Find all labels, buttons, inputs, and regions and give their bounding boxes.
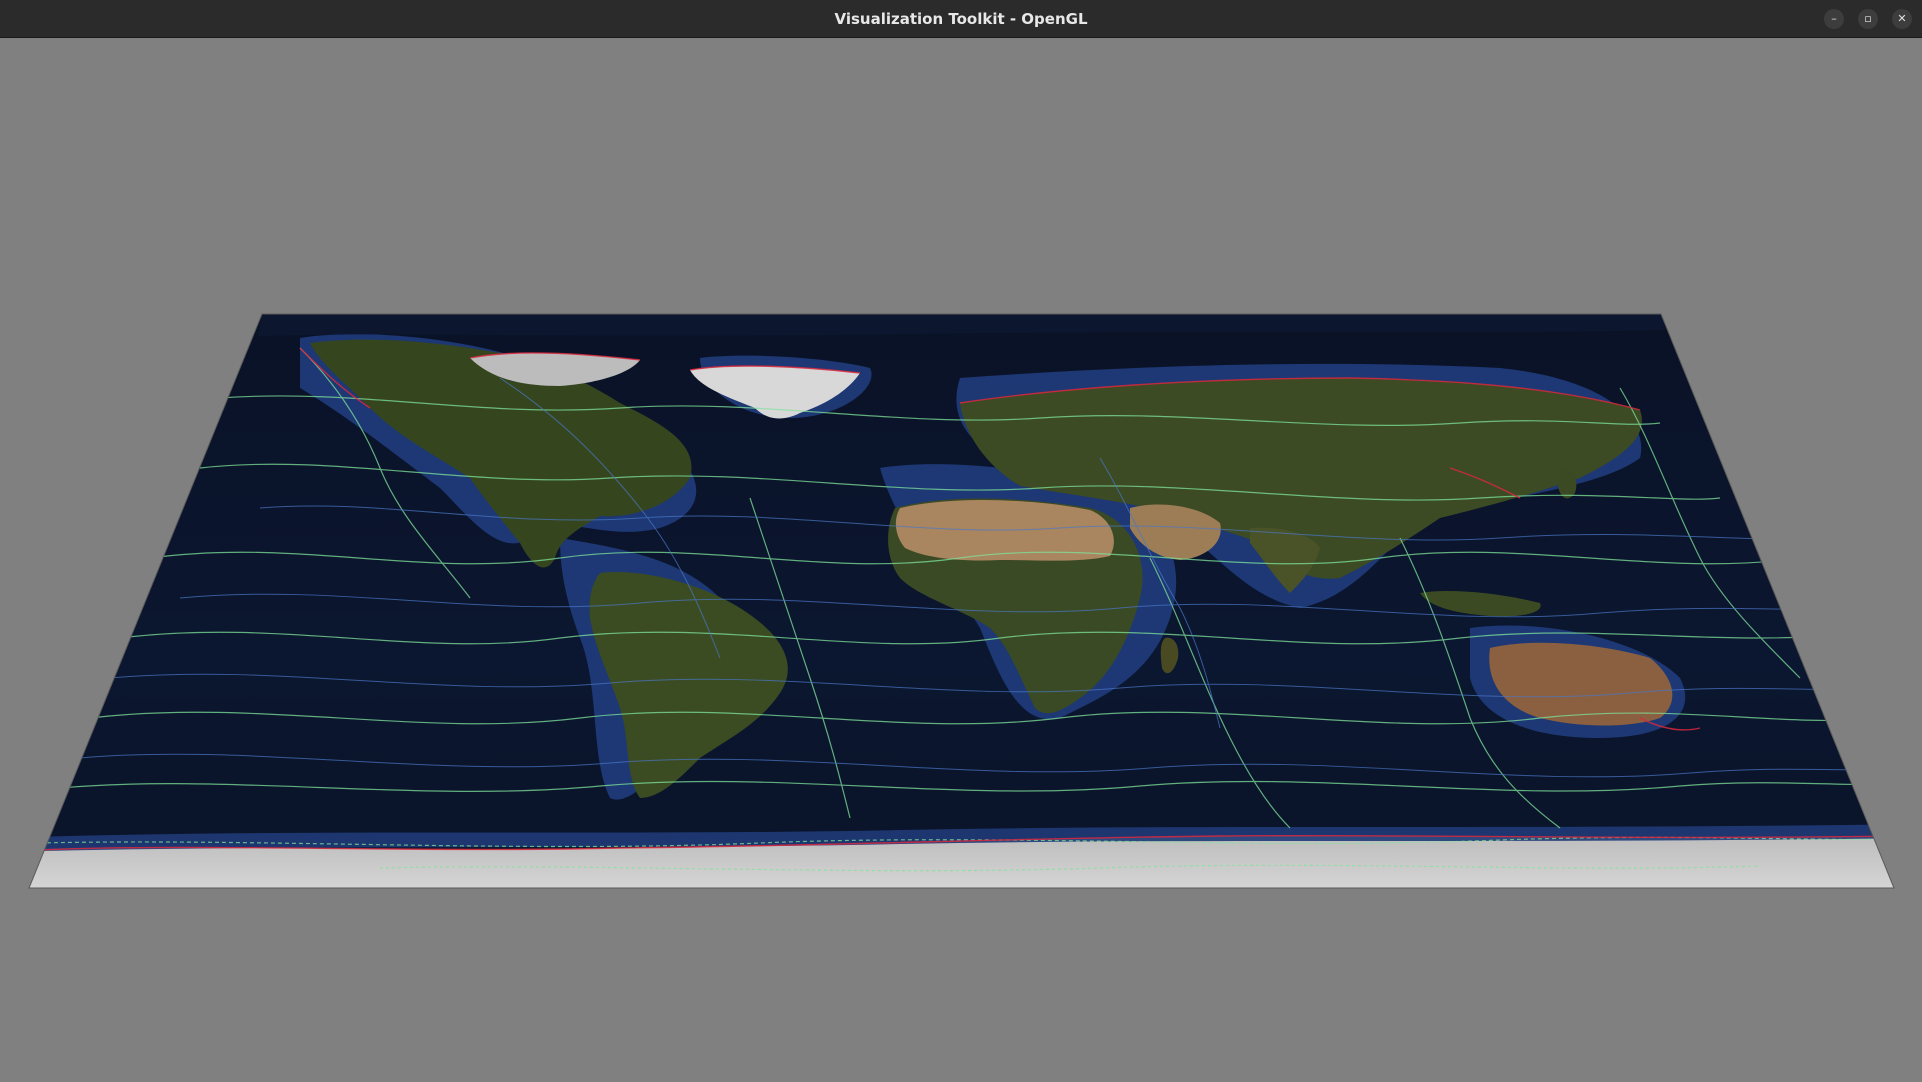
render-canvas	[28, 313, 1895, 889]
minimize-button[interactable]: –	[1824, 9, 1844, 29]
app-window: Visualization Toolkit - OpenGL – ▫ ✕	[0, 0, 1922, 1082]
world-map-plane	[29, 314, 1894, 888]
title-bar[interactable]: Visualization Toolkit - OpenGL – ▫ ✕	[0, 0, 1922, 38]
window-title: Visualization Toolkit - OpenGL	[834, 10, 1088, 28]
render-viewport[interactable]	[0, 38, 1922, 1082]
close-button[interactable]: ✕	[1892, 9, 1912, 29]
maximize-button[interactable]: ▫	[1858, 9, 1878, 29]
